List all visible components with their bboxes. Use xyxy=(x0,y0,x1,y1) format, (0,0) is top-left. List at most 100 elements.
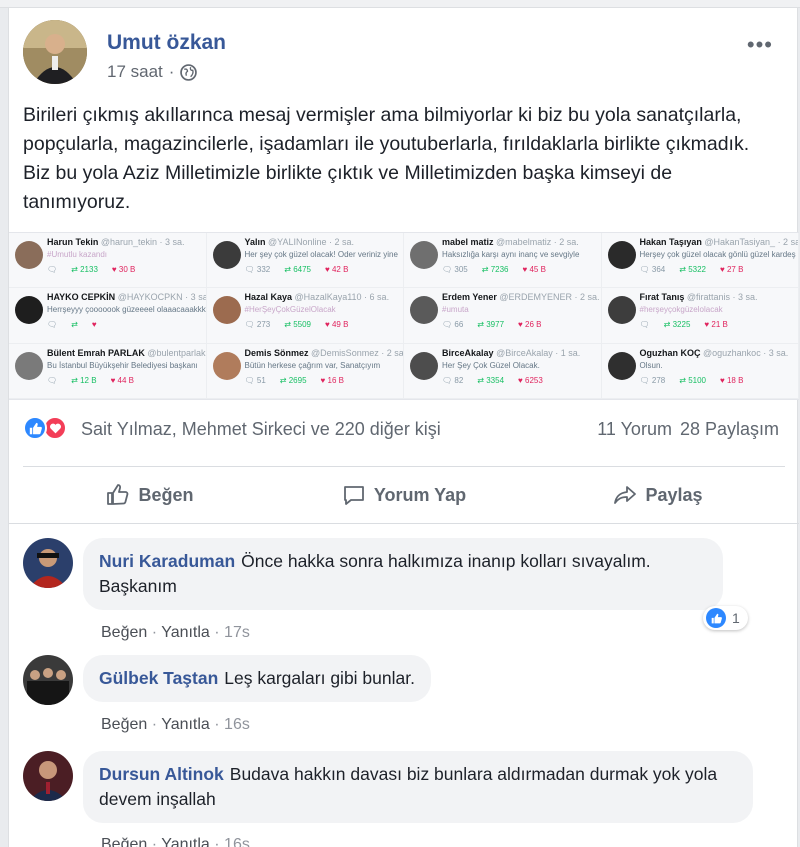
tweet-like-count: ♥ xyxy=(91,320,97,330)
tweet-like-count: ♥ 26 B xyxy=(518,320,542,330)
tweet-avatar xyxy=(607,296,636,325)
comments-count[interactable]: 11 Yorum xyxy=(597,419,672,440)
tweet-reply-count: 🗨 273 xyxy=(244,320,271,330)
tweet-retweet-count: ⇄ 5322 xyxy=(679,265,706,274)
share-icon xyxy=(614,486,637,504)
tweet-text: #herşeyçokgüzelolacak xyxy=(639,305,723,315)
share-button[interactable]: Paylaş xyxy=(531,475,785,515)
tweet-avatar xyxy=(15,351,43,380)
like-label: Beğen xyxy=(138,484,194,505)
author-name[interactable]: Umut özkan xyxy=(107,31,226,55)
tweet-author: Harun Tekin @harun_tekin · 3 sa. xyxy=(47,237,185,247)
commenter-avatar[interactable] xyxy=(23,538,73,588)
tweet-like-count: ♥ 45 B xyxy=(522,265,546,274)
comment-like-link[interactable]: Beğen xyxy=(101,624,147,641)
comment-reaction-count[interactable]: 1 xyxy=(703,606,748,630)
tweet-retweet-count: ⇄ 6475 xyxy=(284,265,311,274)
tweet-card: Hakan Taşıyan @HakanTasiyan_ · 2 sa. Herş… xyxy=(601,233,799,289)
divider xyxy=(23,466,785,467)
globe-icon xyxy=(180,63,198,81)
tweet-reply-count: 🗨 66 xyxy=(442,320,464,330)
tweet-card: Bülent Emrah PARLAK @bulentparlak · 3 sa… xyxy=(9,343,207,399)
tweet-reply-count: 🗨 xyxy=(47,320,58,330)
tweet-author: Oguzhan KOÇ @oguzhankoc · 3 sa. xyxy=(639,347,789,358)
tweet-author: HAYKO CEPKİN @HAYKOCPKN · 3 sa. xyxy=(47,292,207,303)
like-reaction-icon xyxy=(706,608,726,628)
thumbs-up-icon xyxy=(107,484,129,505)
tweet-author: Erdem Yener @ERDEMYENER · 2 sa. xyxy=(442,292,600,303)
shares-count[interactable]: 28 Paylaşım xyxy=(680,419,779,440)
post-header: Umut özkan 17 saat · ••• xyxy=(23,20,783,90)
author-avatar[interactable] xyxy=(23,20,87,84)
tweet-avatar xyxy=(212,296,241,325)
tweet-retweet-count: ⇄ 3225 xyxy=(663,320,691,330)
tweet-author: BirceAkalay @BirceAkalay · 1 sa. xyxy=(442,347,581,358)
tweet-text: Herrşeyyy çooooook güzeeeel olaaacaaakkk xyxy=(47,305,206,315)
reaction-icons[interactable] xyxy=(23,416,67,440)
tweet-text: Her Şey Çok Güzel Olacak. xyxy=(442,360,540,370)
comment-time[interactable]: 17s xyxy=(224,624,250,641)
tweet-card: Yalın @YALINonline · 2 sa. Her şey çok gü… xyxy=(206,233,404,289)
tweet-card: Fırat Tanış @firattanis · 3 sa. #herşeyço… xyxy=(601,288,799,344)
tweet-avatar xyxy=(15,241,43,269)
tweet-avatar xyxy=(410,351,438,380)
tweet-like-count: ♥ 6253 xyxy=(518,375,543,385)
comment-time[interactable]: 16s xyxy=(224,836,250,847)
tweet-retweet-count: ⇄ 3977 xyxy=(477,320,505,330)
tweet-avatar xyxy=(212,351,241,380)
comment-bubble: Dursun Altinok Budava hakkın davası biz b… xyxy=(83,751,753,823)
tweet-text: Bütün herkese çağrım var, Sanatçıyım xyxy=(244,360,381,370)
comment-button[interactable]: Yorum Yap xyxy=(277,475,531,515)
commenter-avatar[interactable] xyxy=(23,751,73,801)
comment-reply-link[interactable]: Yanıtla xyxy=(161,624,210,641)
tweet-actions: 🗨 364 ⇄ 5322 ♥ 27 B xyxy=(640,265,795,274)
commenter-avatar[interactable] xyxy=(23,655,73,705)
tweet-text: Olsun. xyxy=(639,360,663,370)
tweet-card: Hazal Kaya @HazalKaya110 · 6 sa. #HerŞeyÇ… xyxy=(206,288,404,344)
tweet-text: #umuta xyxy=(442,305,469,315)
tweet-retweet-count: ⇄ 7236 xyxy=(481,265,509,274)
tweet-like-count: ♥ 49 B xyxy=(324,320,349,330)
tweet-actions: 🗨 82 ⇄ 3354 ♥ 6253 xyxy=(442,376,597,385)
reactors-text[interactable]: Sait Yılmaz, Mehmet Sirkeci ve 220 diğer… xyxy=(81,419,441,440)
like-button[interactable]: Beğen xyxy=(23,475,277,515)
comment-time[interactable]: 16s xyxy=(224,716,250,733)
facebook-post: Umut özkan 17 saat · ••• Birileri çıkmış… xyxy=(8,8,799,847)
tweet-reply-count: 🗨 xyxy=(47,265,58,274)
post-timestamp[interactable]: 17 saat xyxy=(107,62,163,82)
comment-reply-link[interactable]: Yanıtla xyxy=(161,836,210,847)
tweet-reply-count: 🗨 305 xyxy=(442,265,468,274)
tweet-retweet-count: ⇄ 12 B xyxy=(71,375,97,385)
tweet-card: mabel matiz @mabelmatiz · 2 sa. Haksızlığ… xyxy=(404,233,602,289)
tweet-author: Demis Sönmez @DemisSonmez · 2 sa. xyxy=(244,347,404,358)
tweet-like-count: ♥ 16 B xyxy=(320,375,344,385)
tweet-retweet-count: ⇄ 2133 xyxy=(71,265,98,274)
comment-reply-link[interactable]: Yanıtla xyxy=(161,716,210,733)
post-text: Birileri çıkmış akıllarınca mesaj vermiş… xyxy=(23,104,750,213)
tweet-like-count: ♥ 30 B xyxy=(111,265,136,274)
comment-like-link[interactable]: Beğen xyxy=(101,836,147,847)
tweet-actions: 🗨 66 ⇄ 3977 ♥ 26 B xyxy=(442,320,597,329)
post-actions: Beğen Yorum Yap Paylaş xyxy=(23,475,785,515)
tweet-like-count: ♥ 42 B xyxy=(324,265,349,274)
tweets-collage-image[interactable]: Harun Tekin @harun_tekin · 3 sa. #Umutlu … xyxy=(9,232,799,400)
tweet-like-count: ♥ 27 B xyxy=(719,265,744,274)
previous-post-edge xyxy=(0,0,800,8)
comment-meta: Beğen · Yanıtla · 16s xyxy=(101,836,250,847)
tweet-author: Yalın @YALINonline · 2 sa. xyxy=(244,237,355,247)
commenter-name[interactable]: Gülbek Taştan xyxy=(99,668,218,688)
tweet-text: Herşey çok güzel olacak gönlü güzel kard… xyxy=(639,250,796,259)
comment-text: Leş kargaları gibi bunlar. xyxy=(224,668,415,688)
comment-like-link[interactable]: Beğen xyxy=(101,716,147,733)
tweet-avatar xyxy=(410,241,438,269)
commenter-name[interactable]: Dursun Altinok xyxy=(99,764,224,784)
more-options-icon[interactable]: ••• xyxy=(747,34,773,56)
tweet-card: BirceAkalay @BirceAkalay · 1 sa. Her Şey … xyxy=(404,343,602,399)
tweet-text: Bu İstanbul Büyükşehir Belediyesi başkan… xyxy=(47,360,198,370)
tweet-actions: 🗨 273 ⇄ 5509 ♥ 49 B xyxy=(245,320,400,329)
tweet-retweet-count: ⇄ 5100 xyxy=(679,375,706,385)
commenter-name[interactable]: Nuri Karaduman xyxy=(99,551,235,571)
tweet-actions: 🗨 ⇄ ♥ xyxy=(47,320,202,329)
tweet-author: Bülent Emrah PARLAK @bulentparlak · 3 sa… xyxy=(47,347,206,358)
comment-bubble: Nuri Karaduman Önce hakka sonra halkımıza… xyxy=(83,538,723,610)
